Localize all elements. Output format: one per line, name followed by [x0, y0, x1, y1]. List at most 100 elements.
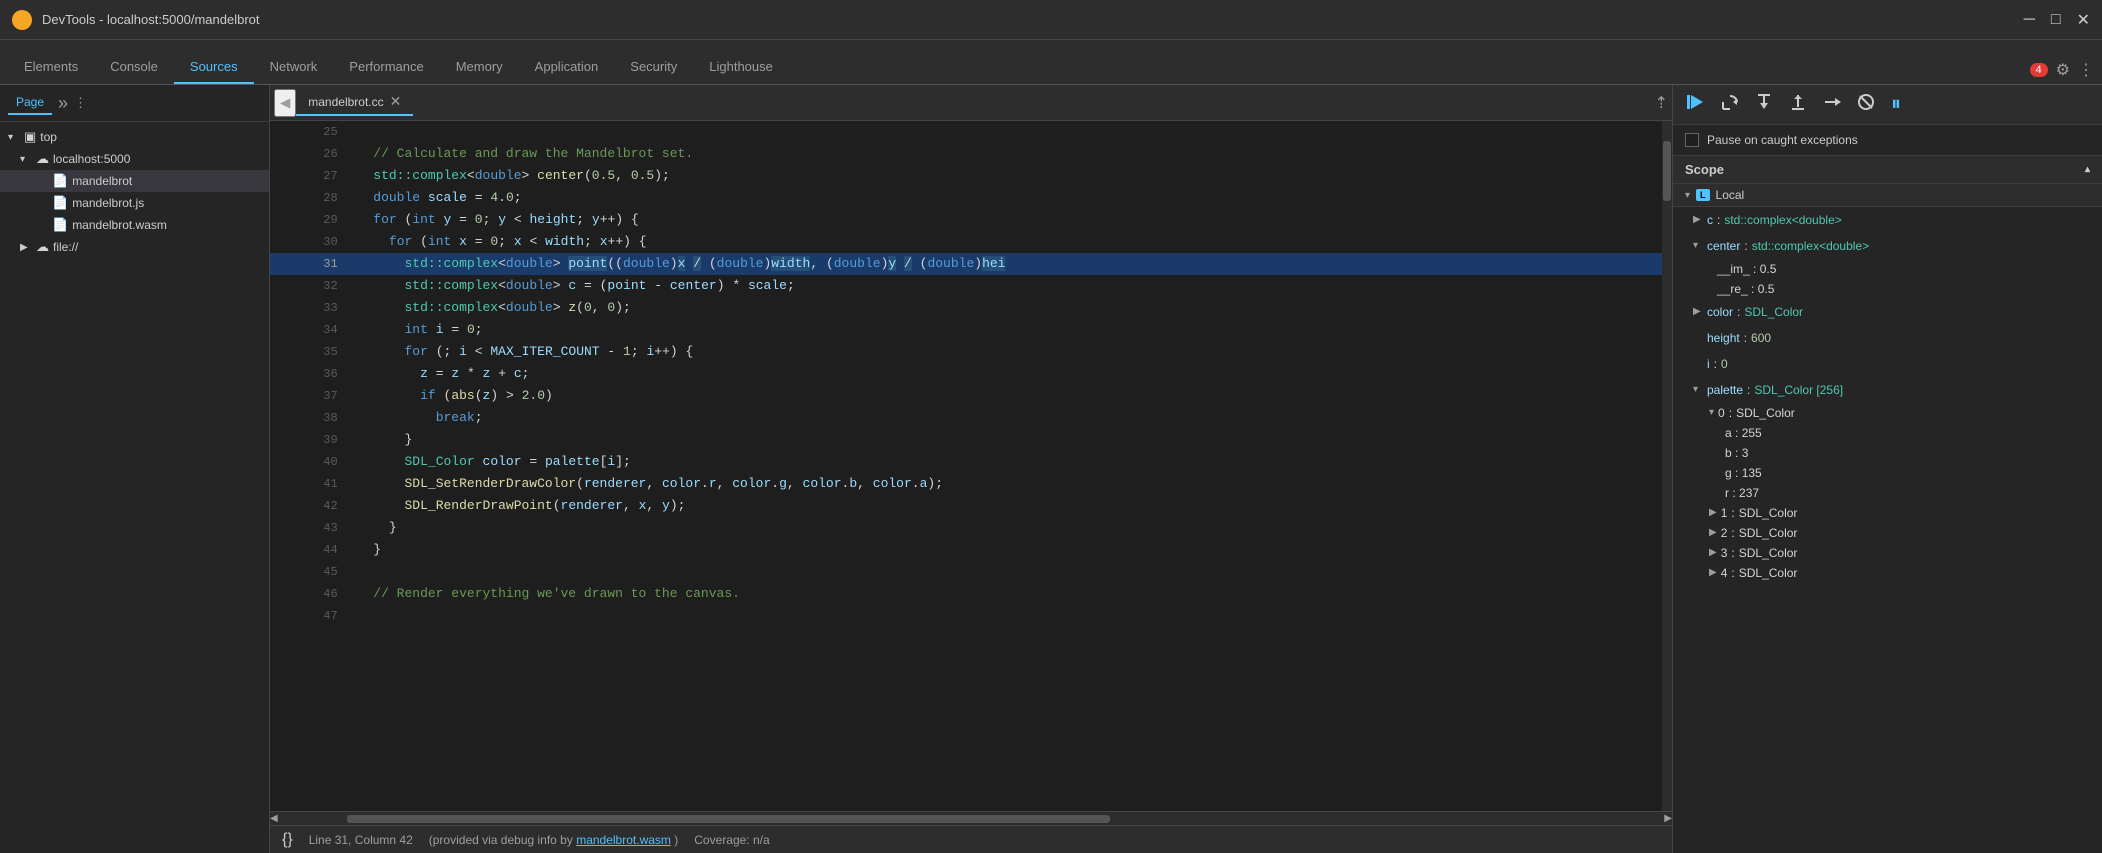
tree-arrow-file: ▶ [20, 242, 32, 253]
step-out-icon [1789, 93, 1807, 111]
coverage-label: Coverage: n/a [694, 833, 769, 847]
code-line-33: 33 std::complex<double> z(0, 0); [270, 297, 1672, 319]
titlebar-title: DevTools - localhost:5000/mandelbrot [42, 12, 260, 27]
code-editor[interactable]: 25 26 // Calculate and draw the Mandelbr… [270, 121, 1672, 811]
code-tab-mandelbrot[interactable]: mandelbrot.cc ✕ [296, 89, 413, 116]
more-options-button[interactable]: ⋮ [2078, 60, 2094, 80]
tab-performance[interactable]: Performance [333, 51, 439, 84]
settings-button[interactable]: ⚙ [2056, 60, 2070, 80]
scope-expand-palette-4[interactable]: ▶ [1709, 563, 1717, 583]
tree-item-localhost[interactable]: ▾ ☁ localhost:5000 [0, 148, 269, 170]
tree-item-mandelbrot[interactable]: 📄 mandelbrot [0, 170, 269, 192]
close-button[interactable]: ✕ [2077, 10, 2090, 30]
tab-memory[interactable]: Memory [440, 51, 519, 84]
tree-item-top[interactable]: ▾ ▣ top [0, 126, 269, 148]
tree-label-mandelbrot-js: mandelbrot.js [72, 196, 144, 210]
step-button[interactable] [1819, 91, 1845, 118]
scope-item-palette-4[interactable]: ▶ 4 : SDL_Color [1673, 563, 2102, 583]
code-line-36: 36 z = z * z + c; [270, 363, 1672, 385]
local-expand-arrow[interactable]: ▾ [1685, 190, 1690, 201]
tab-application[interactable]: Application [519, 51, 615, 84]
tree-arrow-localhost: ▾ [20, 154, 32, 165]
devtools-icon [12, 10, 32, 30]
code-line-37: 37 if (abs(z) > 2.0) [270, 385, 1672, 407]
code-line-27: 27 std::complex<double> center(0.5, 0.5)… [270, 165, 1672, 187]
scope-item-palette-0-g: g : 135 [1673, 463, 2102, 483]
titlebar-right: ─ □ ✕ [2024, 10, 2090, 30]
tree-label-mandelbrot-wasm: mandelbrot.wasm [72, 218, 167, 232]
resume-button[interactable] [1683, 91, 1709, 118]
close-tab-button[interactable]: ✕ [390, 93, 402, 110]
scope-item-center-im: __im_ : 0.5 [1673, 259, 2102, 279]
pretty-print-button[interactable]: {} [282, 831, 293, 849]
prev-tab-button[interactable]: ◀ [274, 89, 296, 117]
sidebar-header: Page » ⋮ [0, 85, 269, 122]
tab-network[interactable]: Network [254, 51, 334, 84]
scope-item-center[interactable]: ▾ center : std::complex<double> [1673, 233, 2102, 259]
step-out-button[interactable] [1785, 91, 1811, 118]
deactivate-icon [1857, 93, 1875, 111]
scope-item-palette-0-a: a : 255 [1673, 423, 2102, 443]
code-line-40: 40 SDL_Color color = palette[i]; [270, 451, 1672, 473]
code-line-30: 30 for (int x = 0; x < width; x++) { [270, 231, 1672, 253]
sidebar-tab-page[interactable]: Page [8, 91, 52, 115]
scope-item-palette[interactable]: ▾ palette : SDL_Color [256] [1673, 377, 2102, 403]
tab-lighthouse[interactable]: Lighthouse [693, 51, 789, 84]
scope-item-i: ▶ i : 0 [1673, 351, 2102, 377]
scroll-left-button[interactable]: ◀ [270, 813, 278, 824]
code-line-45: 45 [270, 561, 1672, 583]
scroll-thumb-horizontal[interactable] [347, 815, 1110, 823]
code-line-32: 32 std::complex<double> c = (point - cen… [270, 275, 1672, 297]
vertical-scrollbar[interactable] [1662, 121, 1672, 811]
tree-item-mandelbrot-wasm[interactable]: 📄 mandelbrot.wasm [0, 214, 269, 236]
code-line-31: 31 std::complex<double> point((double)x … [270, 253, 1672, 275]
error-count-badge: 4 [2030, 63, 2048, 77]
scope-title: Scope [1685, 162, 1724, 177]
scope-collapse-arrow: ▴ [2085, 164, 2090, 175]
tabbar-right: 4 ⚙ ⋮ [2030, 60, 2094, 84]
titlebar: DevTools - localhost:5000/mandelbrot ─ □… [0, 0, 2102, 40]
scrollbar-thumb[interactable] [1663, 141, 1671, 201]
sidebar-more-options[interactable]: ⋮ [74, 95, 87, 111]
scope-item-color[interactable]: ▶ color : SDL_Color [1673, 299, 2102, 325]
scope-header[interactable]: Scope ▴ [1673, 156, 2102, 184]
tree-label-mandelbrot: mandelbrot [72, 174, 132, 188]
scope-item-center-re: __re_ : 0.5 [1673, 279, 2102, 299]
maximize-button[interactable]: □ [2051, 11, 2061, 29]
horizontal-scrollbar[interactable]: ◀ ▶ [270, 811, 1672, 825]
scope-expand-palette-1[interactable]: ▶ [1709, 503, 1717, 523]
scope-item-palette-3[interactable]: ▶ 3 : SDL_Color [1673, 543, 2102, 563]
step-over-button[interactable] [1717, 91, 1743, 118]
sidebar-expand-icon[interactable]: » [58, 93, 68, 114]
pause-exceptions-checkbox[interactable] [1685, 133, 1699, 147]
source-link[interactable]: mandelbrot.wasm [576, 833, 671, 847]
format-button[interactable]: ⇡ [1655, 93, 1668, 113]
step-over-icon [1721, 93, 1739, 111]
scope-item-palette-1[interactable]: ▶ 1 : SDL_Color [1673, 503, 2102, 523]
scope-item-palette-2[interactable]: ▶ 2 : SDL_Color [1673, 523, 2102, 543]
minimize-button[interactable]: ─ [2024, 11, 2035, 29]
scope-expand-palette[interactable]: ▾ [1693, 380, 1703, 400]
scope-item-palette-0[interactable]: ▾ 0 : SDL_Color [1673, 403, 2102, 423]
tab-bar: Elements Console Sources Network Perform… [0, 40, 2102, 85]
scope-expand-palette-3[interactable]: ▶ [1709, 543, 1717, 563]
scope-item-c[interactable]: ▶ c : std::complex<double> [1673, 207, 2102, 233]
scroll-right-button[interactable]: ▶ [1664, 813, 1672, 824]
scope-expand-palette-0[interactable]: ▾ [1709, 403, 1714, 423]
tab-security[interactable]: Security [614, 51, 693, 84]
code-line-43: 43 } [270, 517, 1672, 539]
deactivate-button[interactable] [1853, 91, 1879, 118]
tree-item-file[interactable]: ▶ ☁ file:// [0, 236, 269, 258]
code-line-44: 44 } [270, 539, 1672, 561]
scope-expand-color[interactable]: ▶ [1693, 302, 1703, 322]
step-into-button[interactable] [1751, 91, 1777, 118]
tab-sources[interactable]: Sources [174, 51, 254, 84]
code-line-35: 35 for (; i < MAX_ITER_COUNT - 1; i++) { [270, 341, 1672, 363]
pause-button[interactable]: ⏸ [1887, 91, 1905, 118]
tab-console[interactable]: Console [94, 51, 174, 84]
scope-expand-c[interactable]: ▶ [1693, 210, 1703, 230]
scope-expand-center[interactable]: ▾ [1693, 236, 1703, 256]
tab-elements[interactable]: Elements [8, 51, 94, 84]
scope-expand-palette-2[interactable]: ▶ [1709, 523, 1717, 543]
tree-item-mandelbrot-js[interactable]: 📄 mandelbrot.js [0, 192, 269, 214]
